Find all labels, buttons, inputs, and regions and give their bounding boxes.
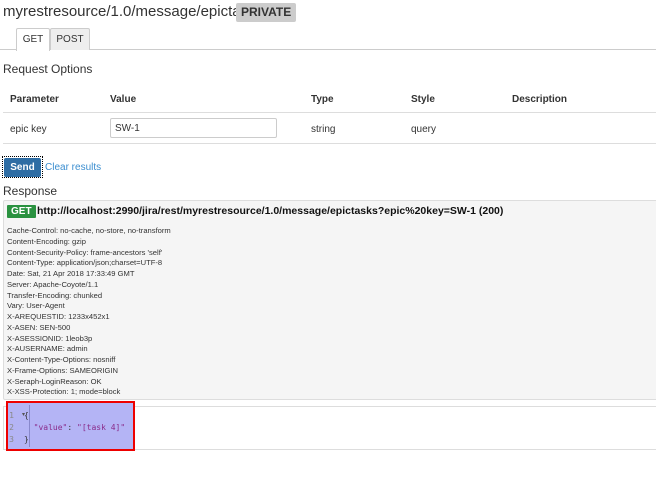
response-body-code: 1{ 2 "value": "[task 4]" 3} <box>8 410 125 446</box>
method-tabs: GET POST <box>0 28 656 51</box>
code-text: : <box>67 423 77 432</box>
code-text: } <box>24 435 29 444</box>
line-number: 2 <box>9 423 14 432</box>
header-line: X-Frame-Options: SAMEORIGIN <box>7 365 118 375</box>
response-url: http://localhost:2990/jira/rest/myrestre… <box>37 205 504 217</box>
col-type: Type <box>311 94 334 105</box>
header-line: X-Seraph-LoginReason: OK <box>7 376 102 386</box>
param-style: query <box>411 124 437 135</box>
header-line: X-Content-Type-Options: nosniff <box>7 355 116 364</box>
send-button[interactable]: Send <box>2 156 43 178</box>
header-line: X-AREQUESTID: 1233x452x1 <box>7 312 110 321</box>
header-line: Transfer-Encoding: chunked <box>7 290 103 300</box>
tab-get[interactable]: GET <box>16 28 50 51</box>
header-line: X-AUSERNAME: admin <box>7 344 88 354</box>
fold-arrow-icon[interactable]: ▾ <box>22 411 25 418</box>
header-line: X-ASEN: SEN-500 <box>7 322 71 332</box>
header-line: Cache-Control: no-cache, no-store, no-tr… <box>7 226 171 235</box>
header-line: Date: Sat, 21 Apr 2018 17:33:49 GMT <box>7 269 135 278</box>
json-key: "value" <box>33 423 68 432</box>
param-name: epic key <box>10 124 47 135</box>
divider <box>3 143 656 144</box>
col-parameter: Parameter <box>10 94 59 105</box>
header-line: Vary: User-Agent <box>7 301 65 311</box>
method-badge: GET <box>7 205 36 218</box>
col-style: Style <box>411 94 435 105</box>
private-badge: PRIVATE <box>236 3 297 22</box>
json-value: "[task 4]" <box>77 423 126 432</box>
tab-post[interactable]: POST <box>50 28 90 50</box>
header-line: Content-Security-Policy: frame-ancestors… <box>7 247 163 257</box>
epic-key-input[interactable] <box>110 118 277 138</box>
divider <box>3 112 656 113</box>
header-line: X-ASESSIONID: 1leob3p <box>7 333 93 343</box>
header-line: Content-Type: application/json;charset=U… <box>7 258 163 268</box>
response-headers: Cache-Control: no-cache, no-store, no-tr… <box>7 226 171 398</box>
col-value: Value <box>110 94 137 105</box>
send-label: Send <box>4 158 41 177</box>
request-options-title: Request Options <box>3 62 93 76</box>
param-type: string <box>311 124 336 135</box>
page-title: myrestresource/1.0/message/epictasks <box>3 3 264 20</box>
header-line: Content-Encoding: gzip <box>7 236 86 246</box>
line-number: 3 <box>9 435 14 444</box>
col-description: Description <box>512 94 568 105</box>
header-line: Server: Apache-Coyote/1.1 <box>7 279 99 289</box>
response-title: Response <box>3 184 58 198</box>
header-line: X-XSS-Protection: 1; mode=block <box>7 387 121 397</box>
clear-results-link[interactable]: Clear results <box>45 162 101 173</box>
